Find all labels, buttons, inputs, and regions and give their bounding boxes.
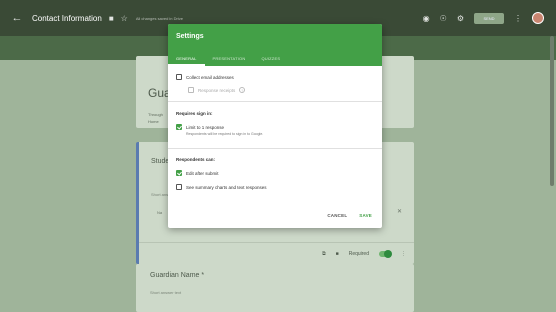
limit-one-label: Limit to 1 response [186, 124, 225, 130]
collect-email-checkbox[interactable] [176, 74, 182, 80]
scrollbar[interactable] [550, 36, 554, 186]
option-label: Na [157, 210, 163, 215]
copy-icon[interactable]: ⧉ [322, 251, 326, 257]
folder-icon[interactable]: ■ [109, 14, 114, 23]
dialog-actions: CANCEL SAVE [327, 213, 372, 218]
tab-quizzes[interactable]: QUIZZES [253, 52, 288, 66]
guardian-question-card[interactable]: Guardian Name * Short answer text [136, 264, 414, 312]
send-button[interactable]: SEND [474, 12, 504, 24]
app-bar-actions: ◉ ☉ ⚙ SEND ⋮ [423, 0, 544, 36]
trash-icon[interactable]: ■ [336, 251, 339, 257]
see-summary-row[interactable]: See summary charts and text responses [176, 184, 267, 190]
limit-one-sub: Respondents will be required to sign in … [186, 132, 264, 136]
dialog-title: Settings [176, 33, 204, 40]
response-receipts-checkbox [188, 87, 194, 93]
dialog-header: Settings GENERAL PRESENTATION QUIZZES [168, 24, 382, 66]
save-status: All changes saved in Drive [135, 15, 183, 21]
back-arrow-icon[interactable]: ← [6, 12, 28, 24]
edit-after-row[interactable]: Edit after submit [176, 170, 219, 176]
eye-icon[interactable]: ☉ [440, 14, 447, 23]
response-receipts-row: Response receipts ? [188, 87, 246, 93]
more-vert-icon[interactable]: ⋮ [401, 251, 406, 257]
cancel-button[interactable]: CANCEL [327, 213, 347, 218]
requires-sign-in-heading: Requires sign in: [176, 111, 213, 116]
tab-presentation[interactable]: PRESENTATION [205, 52, 254, 66]
more-vert-icon[interactable]: ⋮ [514, 14, 522, 23]
see-summary-label: See summary charts and text responses [186, 184, 267, 190]
divider [168, 101, 382, 102]
response-receipts-label: Response receipts [198, 87, 236, 93]
palette-icon[interactable]: ◉ [423, 14, 430, 23]
tab-bar: GENERAL PRESENTATION QUIZZES [168, 52, 288, 66]
gear-icon[interactable]: ⚙ [457, 14, 464, 23]
edit-after-checkbox[interactable] [176, 170, 182, 176]
required-label: Required [348, 250, 369, 257]
question-footer: ⧉ ■ Required ⋮ [139, 242, 414, 264]
guardian-label: Guardian Name * [150, 272, 204, 279]
divider [168, 148, 382, 149]
close-icon[interactable]: ✕ [397, 208, 402, 215]
respondents-can-heading: Respondents can: [176, 157, 216, 162]
limit-one-row[interactable]: Limit to 1 response [176, 124, 224, 130]
form-description-line1: Through [148, 112, 163, 117]
limit-one-checkbox[interactable] [176, 124, 182, 130]
tab-general[interactable]: GENERAL [168, 52, 205, 66]
settings-dialog: Settings GENERAL PRESENTATION QUIZZES Co… [168, 24, 382, 228]
help-icon[interactable]: ? [239, 87, 246, 93]
edit-after-label: Edit after submit [186, 170, 219, 176]
star-icon[interactable]: ☆ [121, 14, 128, 23]
avatar[interactable] [532, 12, 544, 24]
see-summary-checkbox[interactable] [176, 184, 182, 190]
collect-email-label: Collect email addresses [186, 74, 234, 80]
guardian-label-text: Guardian Name [150, 272, 200, 279]
question-label[interactable]: Stude [151, 158, 169, 165]
collect-email-row[interactable]: Collect email addresses [176, 74, 234, 80]
required-toggle[interactable] [379, 249, 392, 258]
guardian-sub: Short answer text [150, 290, 182, 295]
form-title[interactable]: Contact Information [32, 14, 102, 23]
save-button[interactable]: SAVE [359, 213, 372, 218]
form-description-line2: Home [148, 119, 159, 124]
required-mark: * [201, 272, 205, 279]
